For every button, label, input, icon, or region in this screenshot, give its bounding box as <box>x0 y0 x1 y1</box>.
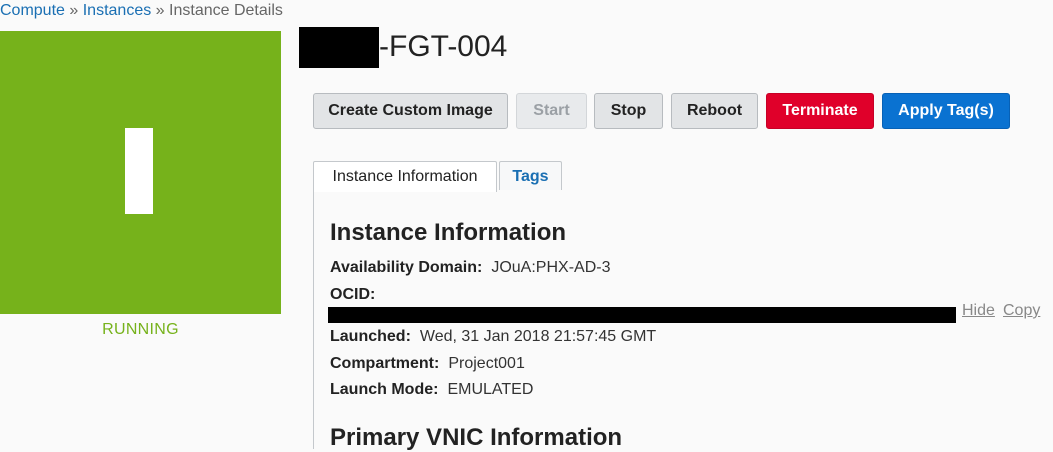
start-button[interactable]: Start <box>516 93 587 129</box>
reboot-button[interactable]: Reboot <box>671 93 758 129</box>
availability-domain-row: Availability Domain: JOuA:PHX-AD-3 <box>330 259 610 277</box>
redacted-name-block <box>299 27 379 68</box>
ocid-row: OCID: <box>330 286 384 304</box>
launched-row: Launched: Wed, 31 Jan 2018 21:57:45 GMT <box>330 328 656 346</box>
ocid-label: OCID: <box>330 286 376 303</box>
breadcrumb-separator: » <box>69 2 79 19</box>
compartment-value: Project001 <box>448 355 525 372</box>
stop-button[interactable]: Stop <box>594 93 663 129</box>
tab-tags[interactable]: Tags <box>499 161 562 191</box>
launch-mode-row: Launch Mode: EMULATED <box>330 381 533 399</box>
launched-value: Wed, 31 Jan 2018 21:57:45 GMT <box>419 328 657 345</box>
tab-instance-information[interactable]: Instance Information <box>313 161 497 192</box>
primary-vnic-heading: Primary VNIC Information <box>330 424 623 451</box>
launch-mode-value: EMULATED <box>447 381 534 398</box>
ocid-copy-link[interactable]: Copy <box>1003 302 1040 320</box>
page-title: -FGT-004 <box>379 30 508 63</box>
breadcrumb: Compute » Instances » Instance Details <box>0 2 283 20</box>
launch-mode-label: Launch Mode: <box>330 381 439 398</box>
breadcrumb-instances-link[interactable]: Instances <box>83 2 151 19</box>
instance-state-tile <box>0 31 281 314</box>
breadcrumb-compute-link[interactable]: Compute <box>0 2 65 19</box>
compartment-row: Compartment: Project001 <box>330 355 525 373</box>
availability-domain-value: JOuA:PHX-AD-3 <box>491 259 611 276</box>
redacted-ocid-value <box>328 307 956 323</box>
apply-tags-button[interactable]: Apply Tag(s) <box>882 93 1010 129</box>
terminate-button[interactable]: Terminate <box>766 93 874 129</box>
availability-domain-label: Availability Domain: <box>330 259 483 276</box>
instance-state-label: RUNNING <box>102 321 179 338</box>
instance-icon <box>125 128 153 214</box>
compartment-label: Compartment: <box>330 355 440 372</box>
launched-label: Launched: <box>330 328 411 345</box>
breadcrumb-separator: » <box>155 2 165 19</box>
ocid-hide-link[interactable]: Hide <box>962 302 995 320</box>
breadcrumb-current: Instance Details <box>169 2 283 19</box>
instance-information-heading: Instance Information <box>330 219 567 246</box>
create-custom-image-button[interactable]: Create Custom Image <box>313 93 508 129</box>
